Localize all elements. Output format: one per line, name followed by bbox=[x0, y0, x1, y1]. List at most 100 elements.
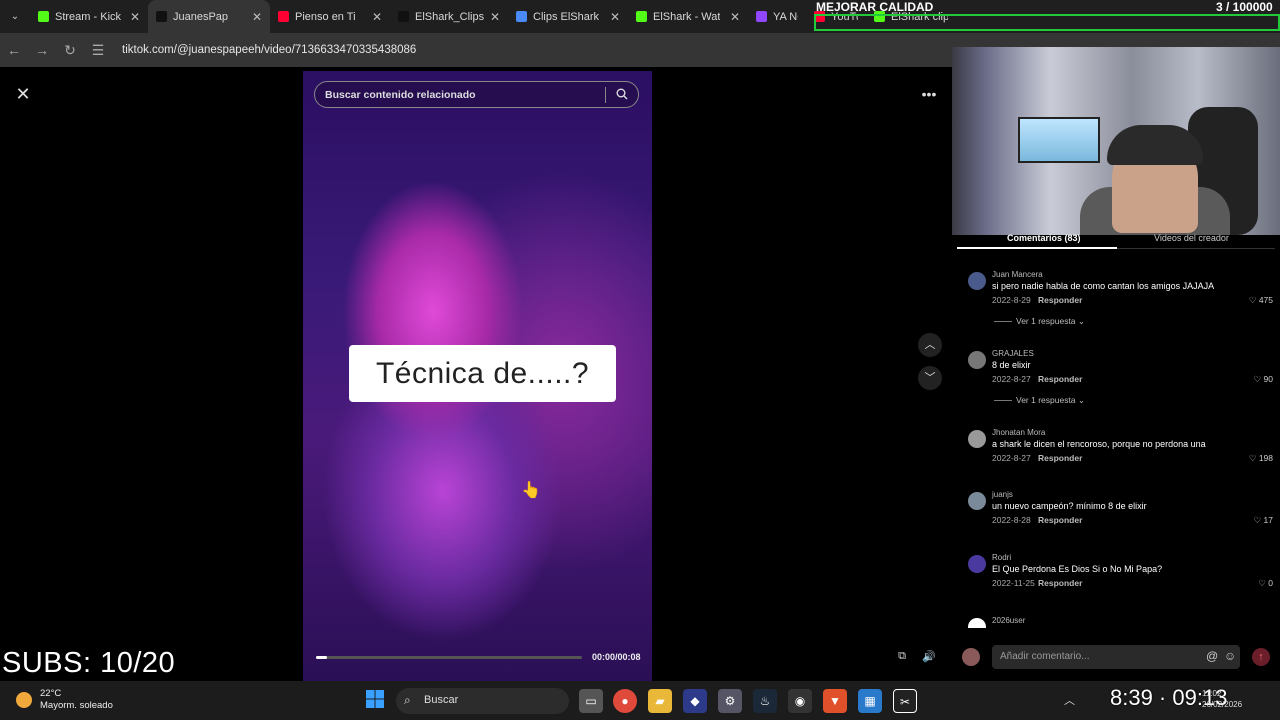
site-info-icon[interactable]: ☰ bbox=[84, 42, 112, 59]
forward-button[interactable]: → bbox=[28, 42, 56, 58]
brave-icon[interactable]: ▼ bbox=[823, 689, 847, 713]
avatar[interactable] bbox=[968, 272, 986, 290]
tab-creator-videos[interactable]: Videos del creador bbox=[1154, 233, 1229, 243]
taskbar-search[interactable]: ⌕ Buscar bbox=[396, 688, 569, 714]
like-count[interactable]: ♡ 90 bbox=[1254, 374, 1273, 385]
webcam-overlay bbox=[952, 47, 1280, 235]
avatar[interactable] bbox=[968, 351, 986, 369]
comment-user[interactable]: GRAJALES bbox=[992, 349, 1034, 358]
hand-cursor-icon: 👆 bbox=[521, 482, 541, 499]
photos-icon[interactable]: ▦ bbox=[858, 689, 882, 713]
browser-tab[interactable]: JuanesPap ✕ bbox=[148, 0, 270, 33]
search-icon[interactable] bbox=[616, 88, 628, 103]
browser-tab[interactable]: Clips ElShark ✕ bbox=[508, 0, 628, 33]
reply-button[interactable]: Responder bbox=[1038, 374, 1082, 384]
comment-item: Rodri El Que Perdona Es Dios Si o No Mi P… bbox=[968, 553, 1273, 611]
browser-tab[interactable]: Pienso en Ti ✕ bbox=[270, 0, 390, 33]
webcam-monitor bbox=[1018, 117, 1100, 163]
stream-goal-bar bbox=[814, 14, 1280, 31]
comment-text: si pero nadie habla de como cantan los a… bbox=[992, 281, 1215, 291]
tab-label: ElShark_Clips bbox=[415, 10, 484, 23]
like-count[interactable]: ♡ 17 bbox=[1254, 515, 1273, 526]
tab-label: Clips ElShark bbox=[533, 10, 600, 23]
app-icon-2[interactable]: ◉ bbox=[788, 689, 812, 713]
url-field[interactable]: tiktok.com/@juanespapeeh/video/713663347… bbox=[122, 44, 416, 56]
browser-tab[interactable]: ElShark - Wat ✕ bbox=[628, 0, 748, 33]
reply-button[interactable]: Responder bbox=[1038, 578, 1082, 588]
browser-tab[interactable]: ElShark_Clips ✕ bbox=[390, 0, 508, 33]
taskbar-search-label: Buscar bbox=[424, 694, 459, 706]
favicon-icon bbox=[756, 11, 767, 22]
chrome-icon[interactable]: ● bbox=[613, 689, 637, 713]
reply-button[interactable]: Responder bbox=[1038, 453, 1082, 463]
add-comment-input[interactable]: Añadir comentario... bbox=[992, 645, 1240, 669]
pip-icon[interactable]: ⧉ bbox=[893, 650, 911, 668]
reload-button[interactable]: ↻ bbox=[56, 42, 84, 59]
tray-chevron-icon[interactable]: ︿ bbox=[1064, 692, 1075, 708]
avatar[interactable] bbox=[968, 430, 986, 448]
avatar[interactable] bbox=[968, 618, 986, 628]
favicon-icon bbox=[156, 11, 167, 22]
capcut-icon[interactable]: ✂ bbox=[893, 689, 917, 713]
active-tab-underline bbox=[957, 247, 1117, 249]
view-replies-button[interactable]: Ver 1 respuesta ⌄ bbox=[994, 395, 1085, 406]
mention-icon[interactable]: @ bbox=[1206, 649, 1218, 663]
comment-user[interactable]: juanjs bbox=[992, 490, 1013, 499]
close-tab-icon[interactable]: ✕ bbox=[490, 10, 500, 24]
comment-user[interactable]: Rodri bbox=[992, 553, 1011, 562]
comment-text: a shark le dicen el rencoroso, porque no… bbox=[992, 439, 1206, 449]
like-count[interactable]: ♡ 0 bbox=[1258, 578, 1273, 589]
close-tab-icon[interactable]: ✕ bbox=[610, 10, 620, 24]
post-comment-button[interactable]: ↑ bbox=[1252, 648, 1270, 666]
tab-label: Pienso en Ti bbox=[295, 10, 356, 23]
avatar[interactable] bbox=[968, 492, 986, 510]
comment-date: 2022-8-28 bbox=[992, 515, 1031, 525]
close-tab-icon[interactable]: ✕ bbox=[372, 10, 382, 24]
tab-comments[interactable]: Comentarios (83) bbox=[1007, 233, 1081, 243]
close-tab-icon[interactable]: ✕ bbox=[730, 10, 740, 24]
avatar[interactable] bbox=[968, 555, 986, 573]
browser-tab[interactable]: YA NO VOY bbox=[748, 0, 806, 33]
emoji-icon[interactable]: ☺ bbox=[1224, 649, 1236, 663]
goal-counter: 3 / 100000 bbox=[1216, 0, 1273, 14]
like-count[interactable]: ♡ 475 bbox=[1249, 295, 1273, 306]
browser-tab[interactable]: Stream - Kick ✕ bbox=[30, 0, 148, 33]
more-options-button[interactable]: ••• bbox=[918, 83, 940, 105]
video-progress-bar[interactable] bbox=[316, 656, 582, 659]
webcam-person-cap bbox=[1107, 125, 1203, 165]
back-button[interactable]: ← bbox=[0, 42, 28, 58]
steam-icon[interactable]: ♨ bbox=[753, 689, 777, 713]
taskbar bbox=[0, 681, 1280, 720]
tab-label: Stream - Kick bbox=[55, 10, 122, 23]
add-comment-area: Añadir comentario... @ ☺ ↑ bbox=[962, 645, 1272, 669]
avatar bbox=[962, 648, 980, 666]
system-clock[interactable]: 11:02 26/02/2026 bbox=[1202, 688, 1242, 710]
comment-user[interactable]: Jhonatan Mora bbox=[992, 428, 1045, 437]
task-view-icon[interactable]: ▭ bbox=[579, 689, 603, 713]
view-replies-button[interactable]: Ver 1 respuesta ⌄ bbox=[994, 316, 1085, 327]
tab-search-button[interactable]: ⌄ bbox=[0, 0, 30, 33]
sun-icon bbox=[16, 692, 32, 708]
comment-item: juanjs un nuevo campeón? mínimo 8 de elix… bbox=[968, 490, 1273, 548]
search-placeholder: Buscar contenido relacionado bbox=[325, 88, 476, 101]
related-search-input[interactable]: Buscar contenido relacionado bbox=[314, 81, 639, 108]
like-count[interactable]: ♡ 198 bbox=[1249, 453, 1273, 464]
close-tab-icon[interactable]: ✕ bbox=[130, 10, 140, 24]
close-tab-icon[interactable]: ✕ bbox=[252, 10, 262, 24]
reply-button[interactable]: Responder bbox=[1038, 295, 1082, 305]
comment-text: El Que Perdona Es Dios Si o No Mi Papa? bbox=[992, 564, 1163, 574]
app-icon[interactable]: ◆ bbox=[683, 689, 707, 713]
windows-start-icon[interactable] bbox=[363, 689, 387, 713]
comment-user[interactable]: Juan Mancera bbox=[992, 270, 1043, 279]
close-video-button[interactable]: ✕ bbox=[12, 83, 34, 105]
file-explorer-icon[interactable]: ▰ bbox=[648, 689, 672, 713]
comment-user[interactable]: 2026user bbox=[992, 616, 1025, 625]
next-video-button[interactable]: ﹀ bbox=[918, 366, 942, 390]
settings-icon[interactable]: ⚙ bbox=[718, 689, 742, 713]
reply-button[interactable]: Responder bbox=[1038, 515, 1082, 525]
comment-date: 2022-8-27 bbox=[992, 374, 1031, 384]
volume-icon[interactable]: 🔊 bbox=[920, 650, 938, 668]
search-icon: ⌕ bbox=[404, 693, 411, 707]
comment-date: 2022-11-25 bbox=[992, 578, 1035, 588]
previous-video-button[interactable]: ︿ bbox=[918, 333, 942, 357]
